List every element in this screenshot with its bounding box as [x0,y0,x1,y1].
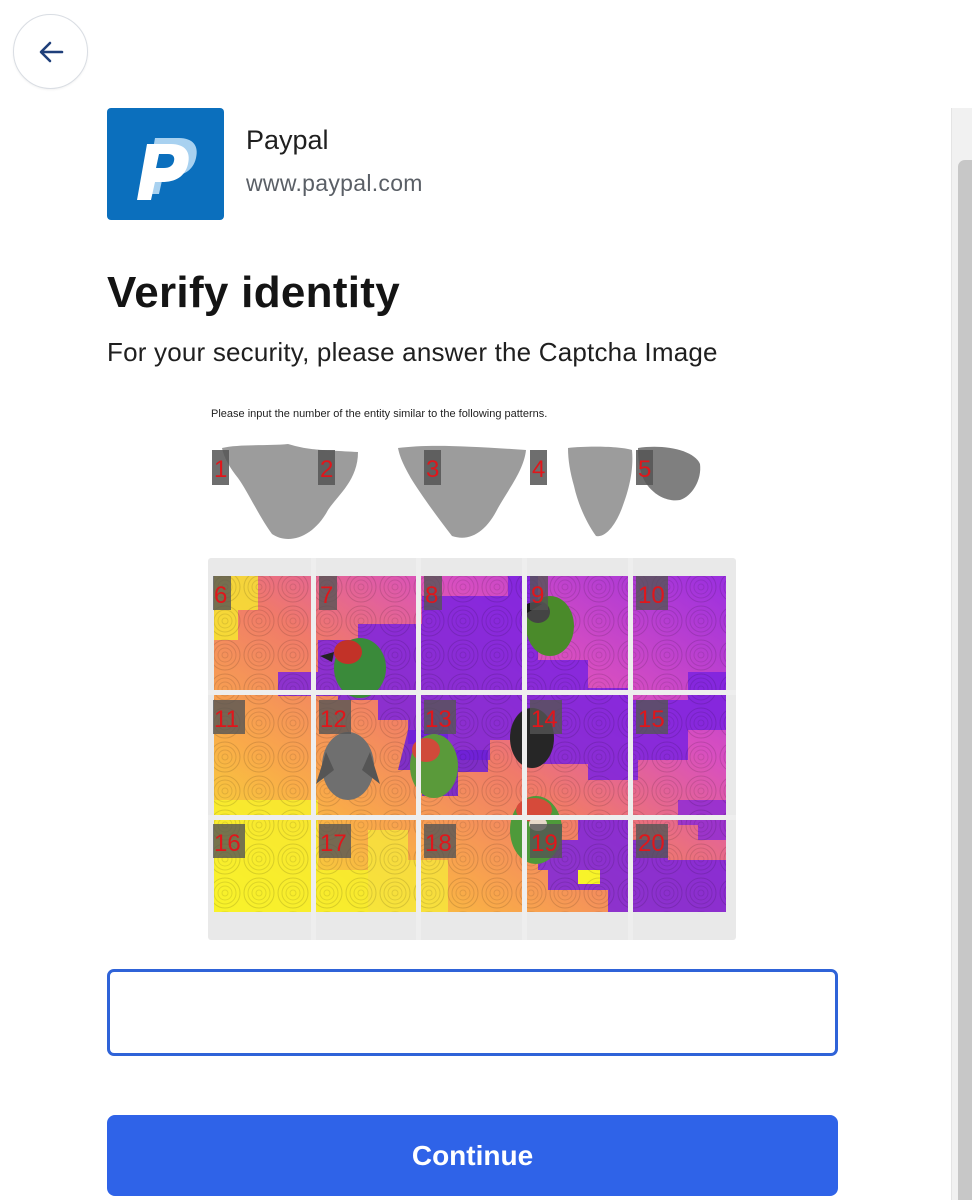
captcha-image: Please input the number of the entity si… [208,400,738,945]
grid-number-14: 14 [531,706,558,733]
grid-number-11: 11 [214,706,239,733]
pattern-number-5: 5 [638,456,651,483]
grid-number-19: 19 [531,830,558,857]
captcha-answer-input[interactable] [107,969,838,1056]
grid-number-13: 13 [425,706,452,733]
pattern-number-3: 3 [426,456,439,483]
paypal-p-logo-icon [137,138,197,200]
page-title: Verify identity [107,268,401,317]
merchant-name: Paypal [246,125,329,155]
grid-number-18: 18 [425,830,452,857]
pattern-number-1: 1 [214,456,227,483]
merchant-logo [107,108,224,220]
captcha-pattern-silhouettes [222,444,701,539]
scrollbar-thumb[interactable] [958,160,972,1200]
continue-button[interactable]: Continue [107,1115,838,1196]
grid-number-15: 15 [638,706,665,733]
back-button[interactable] [13,14,88,89]
grid-number-16: 16 [214,830,241,857]
captcha-grid: 6 7 8 9 10 11 12 13 14 15 16 17 18 19 20 [208,558,736,940]
grid-number-7: 7 [320,582,333,609]
grid-number-6: 6 [214,582,227,609]
grid-number-17: 17 [320,830,347,857]
pattern-number-2: 2 [320,456,333,483]
merchant-url: www.paypal.com [246,170,423,196]
arrow-left-icon [39,41,63,62]
grid-number-9: 9 [531,582,544,609]
page-subtitle: For your security, please answer the Cap… [107,337,718,367]
grid-number-8: 8 [425,582,438,609]
grid-number-20: 20 [638,830,665,857]
grid-number-10: 10 [638,582,665,609]
pattern-number-4: 4 [532,456,545,483]
grid-number-12: 12 [320,706,347,733]
